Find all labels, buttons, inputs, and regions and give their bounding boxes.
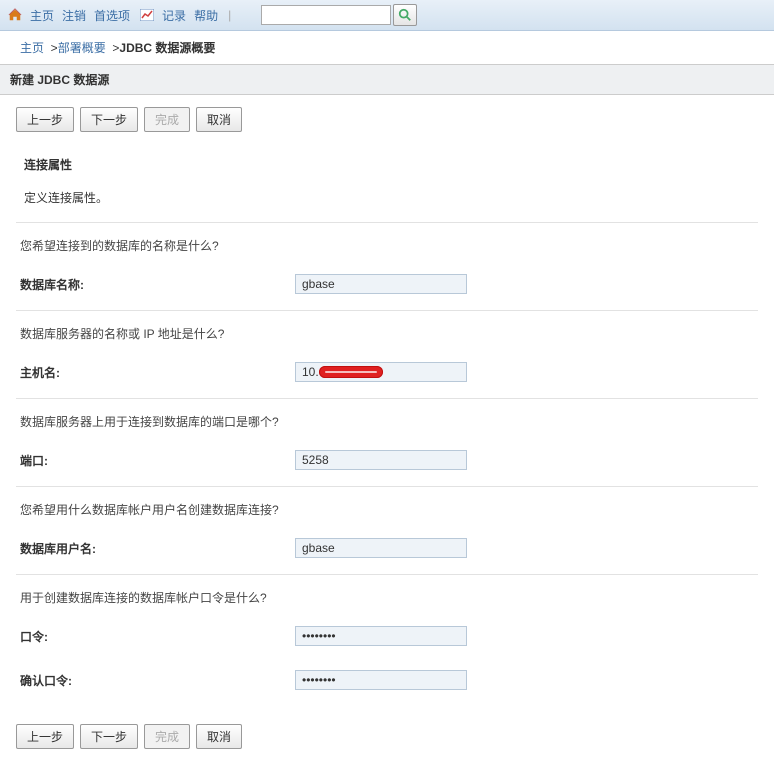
user-label: 数据库用户名: bbox=[20, 540, 295, 557]
port-input[interactable] bbox=[295, 450, 467, 470]
finish-button: 完成 bbox=[144, 107, 190, 132]
props-title: 连接属性 bbox=[16, 150, 758, 179]
dbname-label: 数据库名称: bbox=[20, 276, 295, 293]
dbname-input[interactable] bbox=[295, 274, 467, 294]
breadcrumb-current: JDBC 数据源概要 bbox=[119, 41, 215, 55]
next-button[interactable]: 下一步 bbox=[80, 107, 138, 132]
section-header: 新建 JDBC 数据源 bbox=[0, 64, 774, 95]
top-nav: 主页 注销 首选项 记录 帮助 | bbox=[0, 0, 774, 31]
cancel-button[interactable]: 取消 bbox=[196, 107, 242, 132]
back-button-bottom[interactable]: 上一步 bbox=[16, 724, 74, 749]
nav-home[interactable]: 主页 bbox=[30, 7, 54, 24]
port-question: 数据库服务器上用于连接到数据库的端口是哪个? bbox=[16, 399, 758, 442]
button-row-bottom: 上一步 下一步 完成 取消 bbox=[16, 724, 758, 749]
nav-log[interactable]: 记录 bbox=[162, 7, 186, 24]
search-icon bbox=[398, 8, 412, 22]
nav-prefs[interactable]: 首选项 bbox=[94, 7, 130, 24]
back-button[interactable]: 上一步 bbox=[16, 107, 74, 132]
search-box bbox=[261, 4, 417, 26]
props-desc: 定义连接属性。 bbox=[16, 179, 758, 222]
breadcrumb-home[interactable]: 主页 bbox=[20, 41, 44, 55]
button-row-top: 上一步 下一步 完成 取消 bbox=[16, 107, 758, 132]
nav-help[interactable]: 帮助 bbox=[194, 7, 218, 24]
dbname-question: 您希望连接到的数据库的名称是什么? bbox=[16, 223, 758, 266]
next-button-bottom[interactable]: 下一步 bbox=[80, 724, 138, 749]
pass-input[interactable] bbox=[295, 626, 467, 646]
finish-button-bottom: 完成 bbox=[144, 724, 190, 749]
breadcrumb-deploy[interactable]: 部署概要 bbox=[58, 41, 106, 55]
breadcrumb: 主页 >部署概要 >JDBC 数据源概要 bbox=[0, 31, 774, 64]
home-icon[interactable] bbox=[8, 8, 22, 22]
confirm-label: 确认口令: bbox=[20, 672, 295, 689]
host-question: 数据库服务器的名称或 IP 地址是什么? bbox=[16, 311, 758, 354]
user-input[interactable] bbox=[295, 538, 467, 558]
port-label: 端口: bbox=[20, 452, 295, 469]
nav-separator: | bbox=[228, 8, 231, 22]
chart-icon bbox=[140, 9, 154, 21]
pass-label: 口令: bbox=[20, 628, 295, 645]
search-input[interactable] bbox=[261, 5, 391, 25]
host-label: 主机名: bbox=[20, 364, 295, 381]
user-question: 您希望用什么数据库帐户用户名创建数据库连接? bbox=[16, 487, 758, 530]
confirm-input[interactable] bbox=[295, 670, 467, 690]
redaction-overlay bbox=[319, 366, 383, 378]
search-button[interactable] bbox=[393, 4, 417, 26]
nav-logout[interactable]: 注销 bbox=[62, 7, 86, 24]
form-content: 上一步 下一步 完成 取消 连接属性 定义连接属性。 您希望连接到的数据库的名称… bbox=[0, 95, 774, 761]
cancel-button-bottom[interactable]: 取消 bbox=[196, 724, 242, 749]
pass-question: 用于创建数据库连接的数据库帐户口令是什么? bbox=[16, 575, 758, 618]
